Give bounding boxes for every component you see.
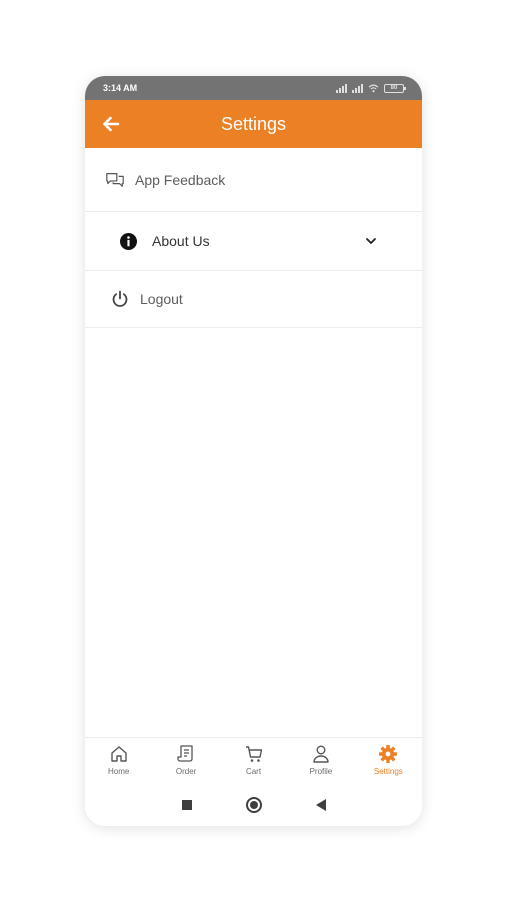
- nav-settings-label: Settings: [373, 767, 403, 776]
- cart-icon: [245, 746, 262, 762]
- system-navigation-bar: [85, 783, 422, 826]
- nav-order-label: Order: [175, 767, 197, 776]
- user-icon: [313, 745, 329, 763]
- gear-icon: [379, 745, 398, 763]
- bottom-navigation: Home Order Cart Profile Settings: [85, 737, 422, 783]
- home-icon: [111, 746, 127, 762]
- phone-screen: 3:14 AM 80 Settings App Feedback About U…: [85, 76, 422, 826]
- system-back-icon[interactable]: [315, 798, 326, 811]
- app-bar: Settings: [85, 100, 422, 148]
- about-us-label: About Us: [152, 233, 210, 249]
- settings-menu: App Feedback About Us Logout: [85, 148, 422, 328]
- nav-home-label: Home: [108, 767, 130, 776]
- status-icons: 80: [336, 83, 406, 93]
- nav-settings[interactable]: Settings: [355, 738, 422, 783]
- nav-profile-label: Profile: [309, 767, 333, 776]
- nav-home[interactable]: Home: [85, 738, 152, 783]
- power-icon: [110, 289, 130, 309]
- nav-cart-label: Cart: [245, 767, 262, 776]
- receipt-icon: [177, 745, 193, 762]
- nav-cart[interactable]: Cart: [220, 738, 287, 783]
- nav-profile[interactable]: Profile: [287, 738, 354, 783]
- battery-level: 80: [390, 84, 398, 91]
- recent-apps-icon[interactable]: [181, 799, 192, 810]
- signal-icon: [336, 83, 347, 93]
- about-us-item[interactable]: About Us: [85, 212, 422, 271]
- logout-item[interactable]: Logout: [85, 271, 422, 328]
- signal-icon: [352, 83, 363, 93]
- status-bar: 3:14 AM 80: [85, 76, 422, 100]
- app-feedback-label: App Feedback: [135, 171, 226, 188]
- wifi-icon: [368, 84, 379, 92]
- chevron-down-icon: [366, 238, 376, 244]
- chat-bubbles-icon: [105, 170, 125, 190]
- logout-label: Logout: [140, 291, 183, 307]
- back-arrow-icon[interactable]: [101, 114, 121, 134]
- page-title: Settings: [220, 113, 287, 134]
- nav-order[interactable]: Order: [152, 738, 219, 783]
- home-circle-icon[interactable]: [245, 796, 262, 813]
- info-icon: [118, 231, 138, 251]
- app-feedback-item[interactable]: App Feedback: [85, 148, 422, 212]
- status-time: 3:14 AM: [103, 83, 138, 93]
- battery-icon: 80: [384, 83, 406, 93]
